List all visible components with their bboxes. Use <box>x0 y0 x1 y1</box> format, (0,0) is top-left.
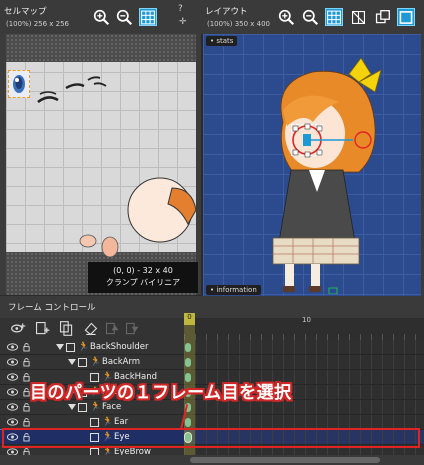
frame-bounds-icon[interactable] <box>397 8 415 26</box>
lock-icon[interactable] <box>23 418 30 427</box>
group-box-icon <box>78 403 87 412</box>
annotation-highlight-right <box>418 428 420 448</box>
pin-icon[interactable]: ✛ <box>179 17 187 27</box>
duplicate-layer-icon[interactable] <box>58 320 75 337</box>
visibility-eye-icon[interactable] <box>7 433 18 441</box>
visibility-eye-icon[interactable] <box>7 418 18 426</box>
group-box-icon <box>90 433 99 442</box>
onion-skin-icon[interactable] <box>10 320 27 337</box>
cellmap-canvas[interactable] <box>6 34 199 295</box>
cell-info-box: (0, 0) - 32 x 40 クランプ バイリニア <box>88 262 198 293</box>
timeline-row-selected[interactable] <box>184 430 424 445</box>
character-preview <box>272 57 382 294</box>
cellmap-texture-strip <box>6 34 199 62</box>
zoom-out-icon[interactable] <box>301 8 319 26</box>
visibility-eye-icon[interactable] <box>7 388 18 396</box>
zoom-out-icon[interactable] <box>115 8 133 26</box>
part-figure-icon: 🏃 <box>78 342 90 352</box>
layer-row-eye[interactable]: 🏃 Eye <box>0 429 185 446</box>
annotation-highlight-left <box>2 428 4 448</box>
crop-icon[interactable] <box>373 8 391 26</box>
cellmap-scrollbar-right[interactable] <box>196 34 201 295</box>
scrollbar-thumb[interactable] <box>190 457 380 463</box>
part-figure-icon: 🏃 <box>102 417 114 427</box>
lock-icon[interactable] <box>23 388 30 397</box>
layer-label: Ear <box>114 417 129 427</box>
move-down-icon[interactable] <box>124 320 141 337</box>
lock-icon[interactable] <box>23 373 30 382</box>
ear-part <box>79 234 119 258</box>
frame-ruler[interactable]: 10 <box>184 316 424 340</box>
help-icon[interactable]: ? <box>178 4 183 14</box>
cell-coord: (0, 0) - 32 x 40 <box>113 266 173 275</box>
group-box-icon <box>78 358 87 367</box>
zoom-in-icon[interactable] <box>277 8 295 26</box>
eye-transform-handles[interactable] <box>287 120 417 164</box>
erase-layer-icon[interactable] <box>82 320 99 337</box>
grid-toggle-icon[interactable] <box>139 8 157 26</box>
timeline-row[interactable] <box>184 340 424 355</box>
frame-control-header: フレーム コントロール <box>0 296 424 318</box>
layout-canvas[interactable]: • stats • information <box>203 34 421 296</box>
eyebrow-parts <box>37 76 107 104</box>
cellmap-title: セルマップ <box>4 7 47 17</box>
layer-label: BackShoulder <box>90 342 149 352</box>
lock-icon[interactable] <box>23 403 30 412</box>
annotation-highlight-bottom <box>2 446 420 448</box>
add-layer-icon[interactable] <box>34 320 51 337</box>
face-part <box>127 177 197 243</box>
eye-cell[interactable] <box>8 70 30 98</box>
lock-icon[interactable] <box>23 433 30 442</box>
cellmap-size: (100%) 256 x 256 <box>6 20 70 28</box>
cell-clamp: クランプ バイリニア <box>105 278 181 287</box>
stats-tag[interactable]: • stats <box>206 36 238 46</box>
layout-size: (100%) 350 x 400 <box>207 20 271 28</box>
layout-title: レイアウト <box>205 7 248 17</box>
ruler-mark-10: 10 <box>302 316 311 324</box>
frame-control-title: フレーム コントロール <box>8 303 96 313</box>
layer-row-backarm[interactable]: 🏃 BackArm <box>0 355 184 370</box>
part-figure-icon: 🏃 <box>90 402 102 412</box>
part-figure-icon: 🏃 <box>90 357 102 367</box>
visibility-eye-icon[interactable] <box>7 373 18 381</box>
group-box-icon <box>90 418 99 427</box>
reference-icon[interactable] <box>349 8 367 26</box>
grid-toggle-icon[interactable] <box>325 8 343 26</box>
layer-label: Eye <box>114 432 130 442</box>
timeline-row[interactable] <box>184 355 424 370</box>
layer-row-backshoulder[interactable]: 🏃 BackShoulder <box>0 340 184 355</box>
visibility-eye-icon[interactable] <box>7 358 18 366</box>
tracks-scrollbar[interactable] <box>0 455 424 465</box>
layout-header: レイアウト (100%) 350 x 400 <box>201 0 424 34</box>
expand-chevron-icon[interactable] <box>56 344 64 350</box>
layer-label: BackArm <box>102 357 141 367</box>
current-frame-indicator[interactable]: 0 <box>184 313 195 325</box>
part-figure-icon: 🏃 <box>102 432 114 442</box>
cellmap-scrollbar[interactable] <box>0 34 6 295</box>
annotation-highlight-top <box>2 428 420 430</box>
lock-icon[interactable] <box>23 358 30 367</box>
group-box-icon <box>66 343 75 352</box>
zoom-in-icon[interactable] <box>92 8 110 26</box>
visibility-eye-icon[interactable] <box>7 343 18 351</box>
visibility-eye-icon[interactable] <box>7 403 18 411</box>
layer-label: Face <box>102 402 122 412</box>
expand-chevron-icon[interactable] <box>68 359 76 365</box>
information-tag[interactable]: • information <box>206 285 261 295</box>
annotation-banner: 目のパーツの１フレーム目を選択 <box>30 383 292 403</box>
move-up-icon[interactable] <box>104 320 121 337</box>
lock-icon[interactable] <box>23 343 30 352</box>
cellmap-header: セルマップ (100%) 256 x 256 ? ✛ <box>0 0 201 34</box>
expand-chevron-icon[interactable] <box>68 404 76 410</box>
